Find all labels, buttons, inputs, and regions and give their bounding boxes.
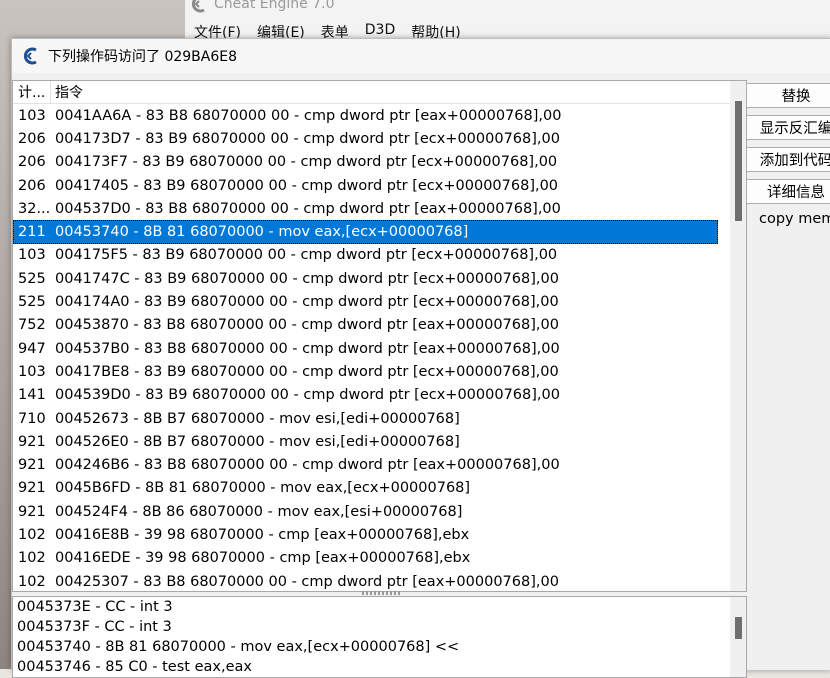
table-row[interactable]: 921 004524F4 - 8B 86 68070000 - mov eax,[… [13,500,718,523]
row-instruction: 00453870 - 83 B8 68070000 00 - cmp dword… [55,317,559,334]
row-count: 206 [18,154,46,171]
cheat-engine-icon [190,0,208,13]
row-instruction: 00416E8B - 39 98 68070000 - cmp [eax+000… [55,526,470,543]
table-row[interactable]: 752 00453870 - 83 B8 68070000 00 - cmp dw… [13,314,718,337]
row-count: 102 [18,550,46,567]
row-count: 921 [18,457,46,474]
row-instruction: 0045B6FD - 8B 81 68070000 - mov eax,[ecx… [55,480,471,497]
dialog-title: 下列操作码访问了 029BA6E8 [48,49,238,65]
row-count: 525 [18,294,46,311]
row-count: 211 [18,224,46,241]
row-instruction: 004173F7 - 83 B9 68070000 00 - cmp dword… [55,154,558,171]
row-instruction: 00425307 - 83 B8 68070000 00 - cmp dword… [55,573,559,590]
table-row[interactable]: 102 00416E8B - 39 98 68070000 - cmp [eax+… [13,523,718,546]
table-row[interactable]: 102 00416EDE - 39 98 68070000 - cmp [eax+… [13,547,718,570]
row-instruction: 004539D0 - 83 B9 68070000 00 - cmp dword… [55,387,560,404]
disassembly-scrollbar-thumb[interactable] [735,617,742,639]
table-row-selected[interactable]: 211 00453740 - 8B 81 68070000 - mov eax,[… [13,220,718,244]
disassembly-line: 0045373F - CC - int 3 [17,619,172,635]
add-to-codelist-button[interactable]: 添加到代码 [746,147,830,172]
row-count: 206 [18,130,46,147]
disassembly-line: 00453746 - 85 C0 - test eax,eax [17,659,252,675]
opcode-rows: 103 0041AA6A - 83 B8 68070000 00 - cmp dw… [13,104,718,593]
row-count: 525 [18,270,46,287]
column-header-instruction[interactable]: 指令 [51,82,83,102]
table-row[interactable]: 947 004537B0 - 83 B8 68070000 00 - cmp dw… [13,337,718,360]
table-row[interactable]: 102 00425307 - 83 B8 68070000 00 - cmp dw… [13,570,718,593]
row-instruction: 004246B6 - 83 B8 68070000 00 - cmp dword… [55,457,560,474]
list-scrollbar-thumb[interactable] [735,101,742,221]
table-row[interactable]: 103 00417BE8 - 83 B9 68070000 00 - cmp dw… [13,360,718,383]
row-instruction: 00417405 - 83 B9 68070000 00 - cmp dword… [55,177,559,194]
panel-splitter-handle[interactable] [362,591,402,595]
opcode-list[interactable]: 计... 指令 103 0041AA6A - 83 B8 68070000 00 … [12,80,747,592]
row-instruction: 004524F4 - 8B 86 68070000 - mov eax,[esi… [55,503,463,520]
row-count: 921 [18,433,46,450]
row-count: 921 [18,503,46,520]
row-instruction: 004175F5 - 83 B9 68070000 00 - cmp dword… [55,247,558,264]
background-window-title: Cheat Engine 7.0 [190,0,334,14]
row-count: 103 [18,107,46,124]
opcode-access-dialog: 下列操作码访问了 029BA6E8 计... 指令 103 0041AA6A - … [11,38,830,678]
table-row[interactable]: 921 004526E0 - 8B B7 68070000 - mov esi,[… [13,430,718,453]
row-count: 921 [18,480,46,497]
row-instruction: 004173D7 - 83 B9 68070000 00 - cmp dword… [55,130,560,147]
table-row[interactable]: 206 004173D7 - 83 B9 68070000 00 - cmp dw… [13,127,718,150]
list-header: 计... 指令 [13,81,746,104]
row-count: 752 [18,317,46,334]
table-row[interactable]: 525 004174A0 - 83 B9 68070000 00 - cmp dw… [13,290,718,313]
row-instruction: 00453740 - 8B 81 68070000 - mov eax,[ecx… [55,224,469,241]
row-count: 102 [18,573,46,590]
table-row[interactable]: 103 004175F5 - 83 B9 68070000 00 - cmp dw… [13,244,718,267]
action-buttons: 替换 显示反汇编 添加到代码 详细信息 copy mem [746,83,830,227]
show-disassembler-button[interactable]: 显示反汇编 [746,115,830,140]
disassembly-scrollbar[interactable] [730,597,746,677]
table-row[interactable]: 921 004246B6 - 83 B8 68070000 00 - cmp dw… [13,453,718,476]
background-title-text: Cheat Engine 7.0 [214,0,335,12]
row-instruction: 00417BE8 - 83 B9 68070000 00 - cmp dword… [55,363,559,380]
table-row[interactable]: 525 0041747C - 83 B9 68070000 00 - cmp dw… [13,267,718,290]
row-instruction: 004174A0 - 83 B9 68070000 00 - cmp dword… [55,294,559,311]
row-instruction: 0041AA6A - 83 B8 68070000 00 - cmp dword… [55,107,562,124]
row-instruction: 0041747C - 83 B9 68070000 00 - cmp dword… [55,270,559,287]
column-header-count[interactable]: 计... [13,81,51,103]
row-count: 710 [18,410,46,427]
row-count: 103 [18,363,46,380]
row-instruction: 00416EDE - 39 98 68070000 - cmp [eax+000… [55,550,471,567]
table-row[interactable]: 710 00452673 - 8B B7 68070000 - mov esi,[… [13,407,718,430]
table-row[interactable]: 206 00417405 - 83 B9 68070000 00 - cmp dw… [13,174,718,197]
disassembly-line: 00453740 - 8B 81 68070000 - mov eax,[ecx… [17,639,460,655]
table-row[interactable]: 32... 004537D0 - 83 B8 68070000 00 - cmp … [13,197,718,220]
table-row[interactable]: 103 0041AA6A - 83 B8 68070000 00 - cmp dw… [13,104,718,127]
table-row[interactable]: 141 004539D0 - 83 B9 68070000 00 - cmp dw… [13,384,718,407]
row-count: 32... [18,200,51,217]
disassembly-panel[interactable]: 0045373E - CC - int 3 0045373F - CC - in… [12,596,747,678]
row-count: 141 [18,387,46,404]
row-instruction: 00452673 - 8B B7 68070000 - mov esi,[edi… [55,410,460,427]
row-count: 947 [18,340,46,357]
dialog-titlebar[interactable]: 下列操作码访问了 029BA6E8 [12,39,830,73]
row-count: 103 [18,247,46,264]
row-count: 102 [18,526,46,543]
more-info-button[interactable]: 详细信息 [746,179,830,204]
table-row[interactable]: 206 004173F7 - 83 B9 68070000 00 - cmp dw… [13,151,718,174]
row-instruction: 004537D0 - 83 B8 68070000 00 - cmp dword… [55,200,561,217]
copy-memory-label[interactable]: copy mem [746,211,830,227]
row-instruction: 004526E0 - 8B B7 68070000 - mov esi,[edi… [55,433,460,450]
table-row[interactable]: 921 0045B6FD - 8B 81 68070000 - mov eax,[… [13,477,718,500]
replace-button[interactable]: 替换 [746,83,830,108]
row-instruction: 004537B0 - 83 B8 68070000 00 - cmp dword… [55,340,560,357]
list-scrollbar[interactable] [730,81,746,591]
disassembly-line: 0045373E - CC - int 3 [17,599,173,615]
cheat-engine-icon [22,47,40,65]
row-count: 206 [18,177,46,194]
